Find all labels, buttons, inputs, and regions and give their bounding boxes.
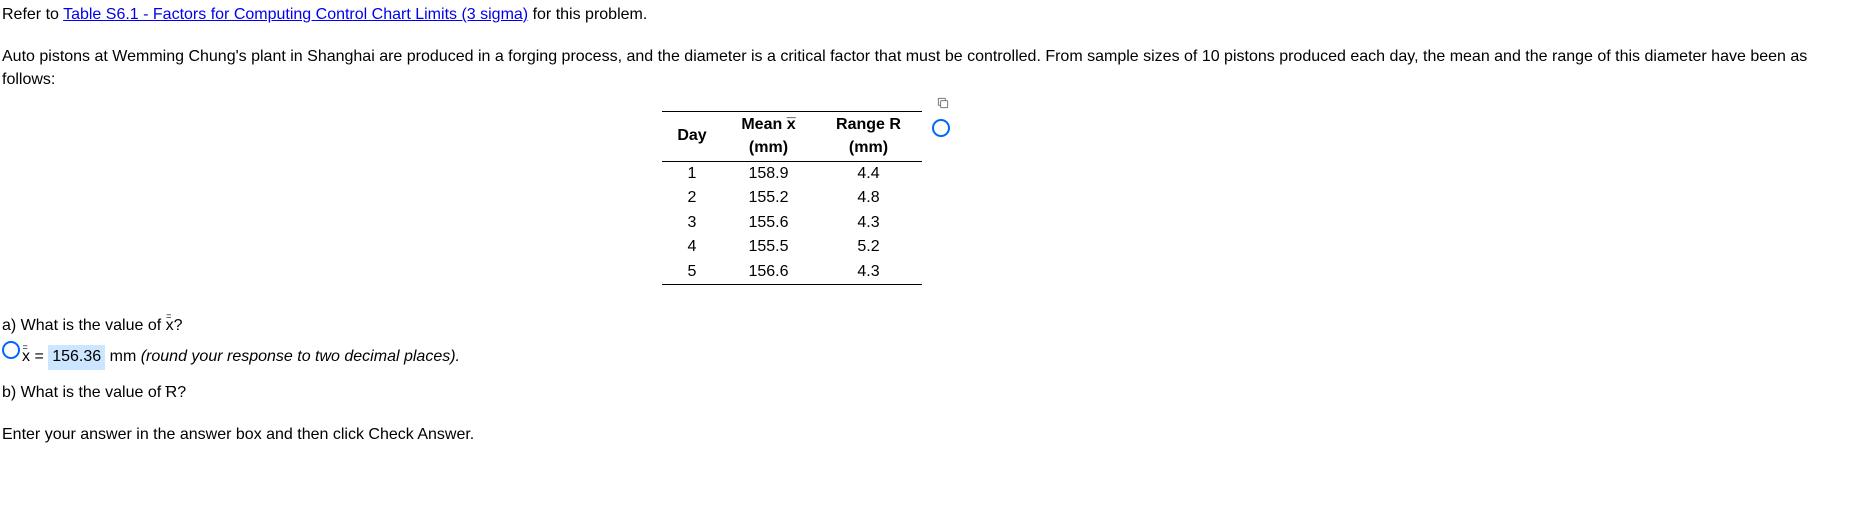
footer-instruction: Enter your answer in the answer box and …: [2, 424, 1852, 446]
copy-icon[interactable]: [936, 95, 950, 109]
col-day: Day: [662, 112, 722, 162]
data-table: Day _ Mean x (mm) Range R (mm) 1158.94.4…: [662, 111, 922, 285]
marker-circle-icon: [932, 119, 950, 137]
table-row: 5156.64.3: [662, 260, 922, 285]
col-mean: _ Mean x (mm): [722, 112, 815, 162]
problem-paragraph: Auto pistons at Wemming Chung's plant in…: [2, 46, 1852, 91]
table-s6-link[interactable]: Table S6.1 - Factors for Computing Contr…: [63, 6, 528, 23]
data-table-wrap: Day _ Mean x (mm) Range R (mm) 1158.94.4…: [662, 111, 982, 285]
after-link-text: for this problem.: [528, 6, 647, 23]
marker-circle-icon: [2, 341, 20, 359]
table-row: 4155.55.2: [662, 235, 922, 259]
answer-hint: (round your response to two decimal plac…: [141, 348, 460, 365]
question-a: a) What is the value of x?: [2, 315, 1852, 337]
refer-text: Refer to: [2, 6, 63, 23]
answer-value-box[interactable]: 156.36: [48, 345, 105, 369]
x-double-bar: x: [22, 348, 30, 365]
question-b: b) What is the value of R?: [2, 382, 1852, 404]
r-bar: R: [166, 384, 178, 401]
table-row: 1158.94.4: [662, 161, 922, 186]
table-row: 3155.64.3: [662, 211, 922, 235]
intro-refer-line: Refer to Table S6.1 - Factors for Comput…: [2, 4, 1852, 26]
x-double-bar: x: [166, 317, 174, 334]
table-row: 2155.24.8: [662, 186, 922, 210]
col-range: Range R (mm): [815, 112, 922, 162]
answer-a-line: x = 156.36 mm (round your response to tw…: [22, 345, 1852, 369]
